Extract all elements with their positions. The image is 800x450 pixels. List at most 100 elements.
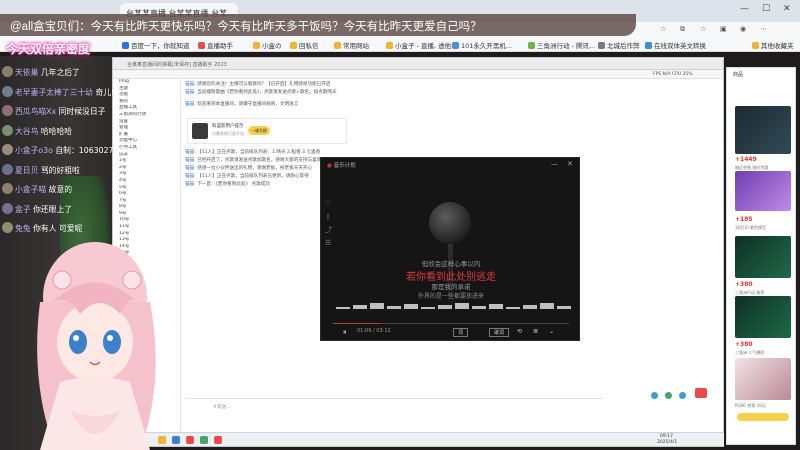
danmaku-row: 西瓜鸟喵Xx 同时候没日子 — [2, 105, 105, 119]
heart-icon[interactable]: ♡ — [325, 198, 332, 211]
avatar-icon — [2, 85, 13, 97]
baidu-icon — [122, 42, 129, 49]
emoji-icon[interactable] — [665, 392, 672, 399]
sidebar-item[interactable]: 直播工具 — [113, 105, 180, 112]
sidebar-item[interactable]: 5号 — [113, 185, 180, 192]
danmaku-text: 哈哈哈哈 — [40, 126, 73, 136]
chat-message: 猫猫: 【11人】正在点歌，当前排队列表：1.晴天 2.稻香 3.七里香 — [185, 150, 321, 155]
microphone-image — [429, 202, 471, 244]
remote-title: 台某某直播间的弹幕[未保存] 直播助手 2023 — [127, 62, 227, 68]
shop-action-button[interactable] — [737, 413, 789, 421]
danmaku-text: 骂的好粗啦 — [40, 165, 80, 175]
avatar-icon — [2, 105, 13, 116]
product-image[interactable] — [735, 358, 791, 400]
avatar-icon — [2, 144, 13, 155]
bookmark-item[interactable]: 常用网站 — [334, 40, 369, 50]
bookmark-item[interactable]: 三角洲行动 - 腾讯... — [528, 40, 595, 50]
more-icon[interactable]: ⋯ — [760, 25, 767, 33]
sidebar-item[interactable]: 功能 — [113, 92, 180, 99]
favorites-icon[interactable]: ☆ — [700, 25, 706, 33]
sidebar-item[interactable]: 我的 — [113, 99, 180, 106]
remote-titlebar: 台某某直播间的弹幕[未保存] 直播助手 2023 — [113, 58, 723, 70]
danmaku-username: 老早妻子太棒了三十幼 — [15, 87, 93, 97]
sidebar-item[interactable]: 设置 — [113, 119, 180, 126]
close-button[interactable]: ✕ — [783, 4, 791, 14]
product-price: +1449 — [735, 156, 757, 163]
pause-icon[interactable]: ⏸ — [343, 328, 347, 337]
profile-icon[interactable]: ◉ — [740, 25, 746, 33]
taskbar: 09:17 2025/4/1 — [112, 432, 724, 446]
equalizer-bar — [523, 305, 537, 309]
card-thumbnail — [192, 123, 208, 139]
emoji-icon[interactable] — [651, 392, 658, 399]
lyrics-toggle[interactable]: 歌词 — [489, 328, 510, 337]
player-close-icon[interactable]: ✕ — [567, 160, 573, 168]
product-image[interactable] — [735, 236, 791, 278]
sidebar-item[interactable]: 三角洲的行动 — [113, 112, 180, 119]
danmaku-text: 自制：1063027302 — [55, 146, 129, 155]
extensions-icon[interactable]: ⧉ — [680, 25, 685, 34]
notice-card[interactable]: 科蓝影用户提示 点歌系统已经开启 一键兑换 — [187, 118, 347, 144]
sidebar-item[interactable]: 2号 — [113, 165, 180, 172]
chat-input[interactable]: #发送... — [185, 398, 603, 423]
sidebar-item[interactable]: 9号 — [113, 211, 180, 218]
gift-icon[interactable] — [695, 388, 707, 398]
site-icon — [645, 42, 652, 49]
list-icon[interactable]: ≣ — [533, 328, 538, 335]
product-image[interactable] — [735, 106, 791, 154]
folder-icon — [253, 42, 260, 49]
player-minimize-icon[interactable]: — — [551, 160, 558, 168]
sidebar-item[interactable]: 1号 — [113, 158, 180, 165]
share-icon[interactable]: ⤴ — [325, 224, 332, 237]
expand-icon[interactable]: ⌄ — [549, 328, 554, 335]
download-icon[interactable]: ⇩ — [325, 211, 332, 224]
card-title: 科蓝影用户提示 — [212, 124, 244, 129]
danmaku-username: 西瓜鸟喵Xx — [15, 107, 57, 116]
minimize-button[interactable]: — — [740, 4, 749, 14]
app-icon[interactable] — [186, 436, 194, 444]
product-desc: PUBG 铁哥 49元 — [735, 403, 766, 408]
card-action-button[interactable]: 一键兑换 — [248, 126, 270, 135]
lyrics-toggle[interactable]: 词 — [453, 328, 469, 337]
bookmark-item[interactable]: 在线双体英文转换 — [645, 40, 706, 50]
bookmark-item[interactable]: 百度一下，你就知道 — [122, 40, 190, 50]
product-image[interactable] — [735, 296, 791, 338]
bookmark-item[interactable]: 其他收藏夹 — [752, 40, 794, 50]
app-icon[interactable] — [214, 436, 222, 444]
sidebar-item[interactable]: 4号 — [113, 178, 180, 185]
sidebar-item[interactable]: 扩展 — [113, 132, 180, 139]
bookmark-item[interactable]: 小盒の — [253, 40, 282, 50]
danmaku-text: 你还眼上了 — [33, 204, 73, 214]
collections-icon[interactable]: ▣ — [720, 25, 727, 33]
product-image[interactable] — [735, 171, 791, 211]
sidebar-item[interactable]: 6号 — [113, 191, 180, 198]
danmaku-text: 几年之后了 — [40, 68, 80, 77]
bookmark-item[interactable]: 北城后作弊 — [598, 40, 640, 50]
danmaku-row: 大谷鸟 哈哈哈哈 — [2, 124, 73, 139]
bookmark-item[interactable]: 101永久开黑机... — [452, 40, 512, 50]
equalizer — [336, 297, 571, 309]
sidebar-item[interactable]: 7号 — [113, 198, 180, 205]
product-desc: 3D打印 紫色模型 — [735, 225, 766, 230]
star-icon[interactable]: ☆ — [660, 25, 666, 33]
player-side-controls: ♡ ⇩ ⤴ ☰ — [325, 198, 332, 250]
sidebar-item[interactable]: 主题 — [113, 86, 180, 93]
app-icon[interactable] — [200, 436, 208, 444]
maximize-button[interactable]: ☐ — [762, 4, 770, 14]
sidebar-item[interactable]: 管理 — [113, 125, 180, 132]
vtuber-avatar — [37, 242, 156, 450]
chat-message: 猫猫: 已经开启了，点歌请发送点歌加歌名，感谢大家的支持与喜欢 — [185, 158, 322, 163]
emoji-icon[interactable] — [679, 392, 686, 399]
bookmark-item[interactable]: 回私信 — [290, 40, 319, 50]
sidebar-item[interactable]: 8号 — [113, 204, 180, 211]
announcement-bar: @all盒宝贝们：今天有比昨天更快乐吗？今天有比昨天多干饭吗？今天有比昨天更爱自… — [0, 14, 636, 36]
bookmark-item[interactable]: 小盒子 - 直播, 透他... — [386, 40, 457, 50]
folder-icon — [386, 42, 393, 49]
bookmark-item[interactable]: 直播助手 — [198, 40, 233, 50]
product-desc: 三角洲 人气爆款 — [735, 350, 765, 355]
sidebar-item[interactable]: 3号 — [113, 171, 180, 178]
sidebar-item[interactable]: Prog — [113, 79, 180, 86]
playlist-icon[interactable]: ☰ — [325, 237, 332, 250]
avatar-icon — [2, 202, 13, 214]
loop-icon[interactable]: ⟲ — [517, 328, 522, 335]
